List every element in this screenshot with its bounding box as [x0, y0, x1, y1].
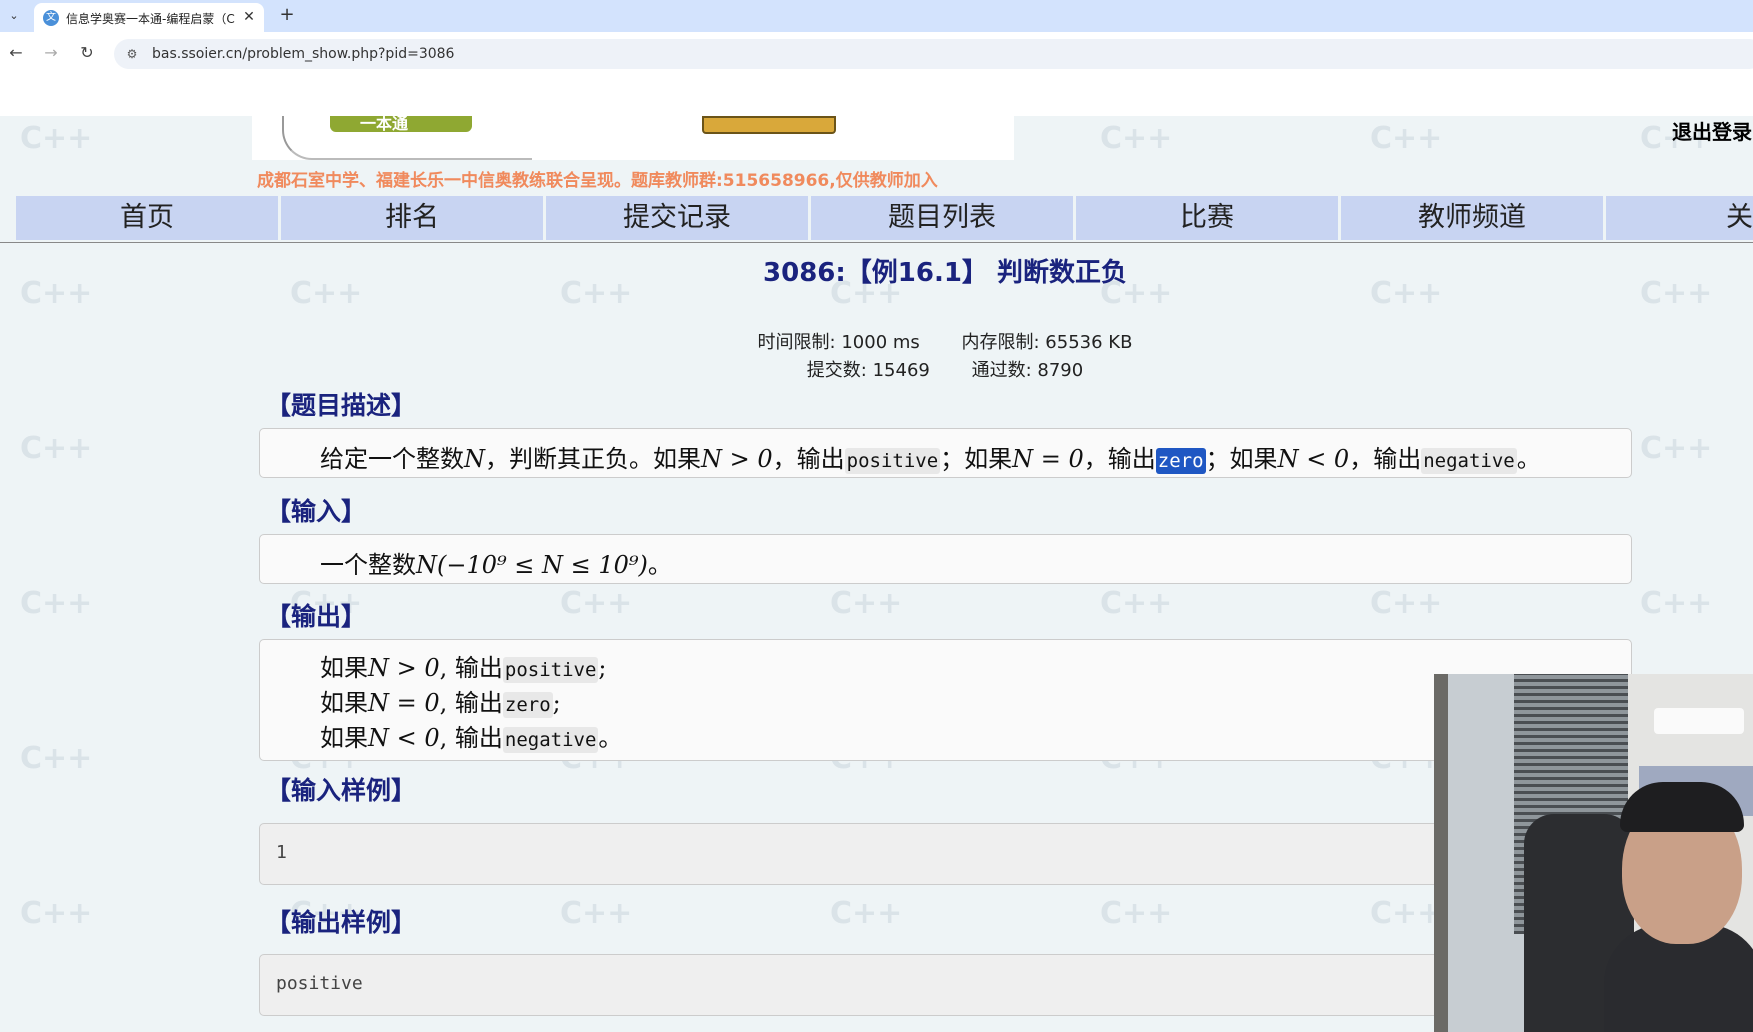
site-info-icon[interactable]: ⚙ — [124, 46, 140, 62]
watermark-text: C++ — [20, 431, 93, 466]
nav-divider — [0, 242, 1753, 243]
watermark-text: C++ — [830, 586, 903, 621]
forward-arrow-icon[interactable]: → — [40, 42, 62, 64]
nav-item-ranking[interactable]: 排名 — [281, 196, 543, 240]
description-box: 给定一个整数N，判断其正负。如果N > 0，输出 positive；如果N = 0… — [259, 428, 1632, 478]
output-box: 如果N > 0, 输出 positive; 如果N = 0, 输出 zero; 如果… — [259, 639, 1632, 761]
nav-item-contest[interactable]: 比赛 — [1076, 196, 1338, 240]
watermark-text: C++ — [830, 896, 903, 931]
logout-link[interactable]: 退出登录 — [1672, 116, 1752, 145]
watermark-text: C++ — [1370, 896, 1443, 931]
sample-input-heading: 【输入样例】 — [266, 776, 417, 805]
browser-toolbar: ← → ↻ ⚙ bas.ssoier.cn/problem_show.php?p… — [0, 32, 1753, 116]
output-line: 如果N > 0, 输出 positive; — [320, 654, 607, 683]
sample-output-content: positive — [276, 973, 363, 994]
watermark-text: C++ — [1100, 121, 1173, 156]
watermark-text: C++ — [1640, 586, 1713, 621]
sample-output-box: positive — [259, 954, 1632, 1016]
output-heading: 【输出】 — [266, 602, 367, 631]
code-positive: positive — [844, 448, 941, 474]
watermark-text: C++ — [20, 741, 93, 776]
output-line: 如果N = 0, 输出 zero; — [320, 689, 561, 718]
browser-tab-active[interactable]: 文 信息学奥赛一本通-编程启蒙（C ✕ — [34, 3, 264, 32]
nav-item-home[interactable]: 首页 — [16, 196, 278, 240]
watermark-text: C++ — [20, 896, 93, 931]
watermark-text: C++ — [1640, 431, 1713, 466]
nav-item-submissions[interactable]: 提交记录 — [546, 196, 808, 240]
watermark-text: C++ — [1370, 586, 1443, 621]
memory-limit: 内存限制: 65536 KB — [961, 332, 1133, 353]
site-subtitle: 成都石室中学、福建长乐一中信奥教练联合呈现。题库教师群:515658966,仅供… — [257, 171, 938, 191]
webcam-air-conditioner — [1654, 708, 1744, 734]
sample-input-box: 1 — [259, 823, 1632, 885]
input-box: 一个整数N(−10⁹ ≤ N ≤ 10⁹)。 — [259, 534, 1632, 584]
watermark-text: C++ — [1370, 121, 1443, 156]
watermark-text: C++ — [1100, 586, 1173, 621]
address-bar[interactable]: ⚙ bas.ssoier.cn/problem_show.php?pid=308… — [114, 39, 1753, 69]
webcam-overlay — [1434, 674, 1753, 1032]
input-heading: 【输入】 — [266, 497, 367, 526]
webcam-person-hair — [1620, 782, 1744, 832]
output-line: 如果N < 0, 输出 negative。 — [320, 724, 623, 753]
watermark-text: C++ — [20, 121, 93, 156]
site-logo-text: 一本通 — [360, 116, 409, 133]
sample-input-content: 1 — [276, 842, 287, 863]
input-text: 一个整数N(−10⁹ ≤ N ≤ 10⁹)。 — [320, 551, 672, 579]
description-heading: 【题目描述】 — [266, 391, 417, 420]
tab-title: 信息学奥赛一本通-编程启蒙（C — [66, 12, 235, 26]
watermark-text: C++ — [20, 586, 93, 621]
problem-limits: 时间限制: 1000 ms 内存限制: 65536 KB — [0, 328, 1753, 354]
watermark-text: C++ — [560, 896, 633, 931]
back-arrow-icon[interactable]: ← — [5, 42, 27, 64]
main-nav: 首页 排名 提交记录 题目列表 比赛 教师频道 关于 — [16, 196, 1753, 240]
accepted-count: 通过数: 8790 — [971, 360, 1084, 381]
submission-count: 提交数: 15469 — [806, 360, 930, 381]
banner-computer-illustration — [702, 116, 836, 134]
code-zero-selected[interactable]: zero — [1155, 448, 1206, 474]
problem-title: 3086:【例16.1】 判断数正负 — [763, 258, 1127, 288]
browser-tab-strip: ⌄ 文 信息学奥赛一本通-编程启蒙（C ✕ + — [0, 0, 1753, 32]
url-text[interactable]: bas.ssoier.cn/problem_show.php?pid=3086 — [152, 46, 454, 62]
watermark-text: C++ — [1100, 896, 1173, 931]
time-limit: 时间限制: 1000 ms — [757, 332, 920, 353]
site-banner: 一本通 — [252, 116, 1014, 160]
nav-item-about[interactable]: 关于 — [1606, 196, 1753, 240]
nav-item-problem-list[interactable]: 题目列表 — [811, 196, 1073, 240]
description-text: 给定一个整数N，判断其正负。如果N > 0，输出 positive；如果N = 0… — [320, 445, 1541, 474]
tab-close-icon[interactable]: ✕ — [240, 7, 258, 27]
code-negative: negative — [1421, 448, 1517, 474]
problem-stats: 提交数: 15469 通过数: 8790 — [0, 356, 1753, 382]
reload-icon[interactable]: ↻ — [76, 42, 98, 64]
site-logo[interactable]: 一本通 — [330, 116, 472, 133]
sample-output-heading: 【输出样例】 — [266, 908, 417, 937]
nav-item-teacher[interactable]: 教师频道 — [1341, 196, 1603, 240]
tab-list-chevron-icon[interactable]: ⌄ — [4, 6, 24, 26]
site-favicon-icon: 文 — [43, 10, 59, 26]
new-tab-plus-icon[interactable]: + — [276, 4, 298, 26]
watermark-text: C++ — [560, 586, 633, 621]
